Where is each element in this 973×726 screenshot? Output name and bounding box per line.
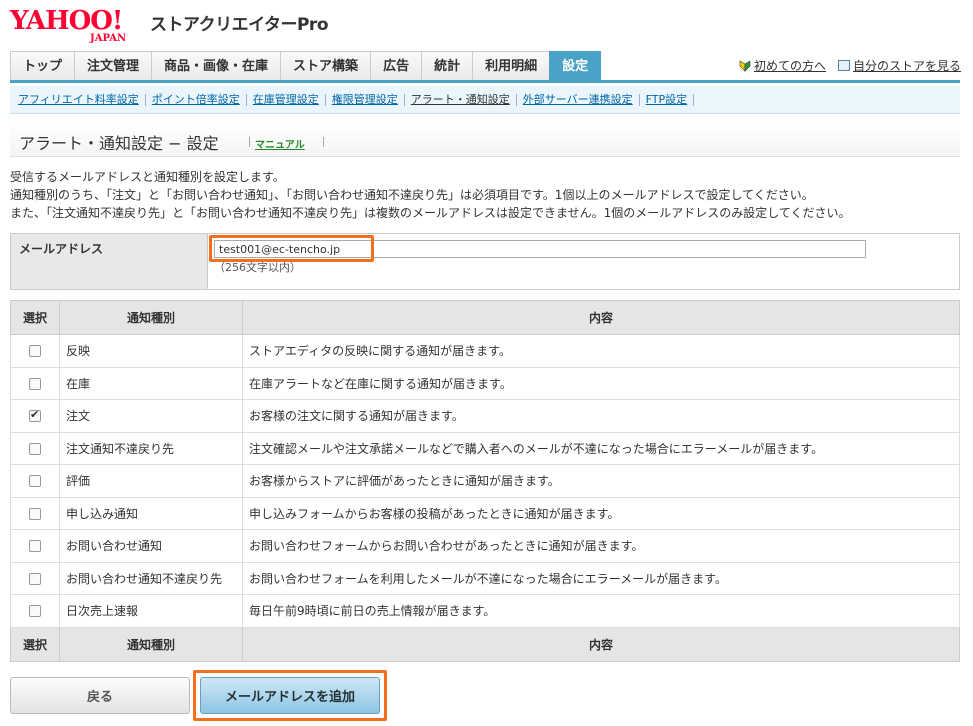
nav-links: 初めての方へ 自分のストアを見る bbox=[739, 57, 961, 74]
description-line: 受信するメールアドレスと通知種別を設定します。 bbox=[10, 170, 285, 184]
row-content: ストアエディタの反映に関する通知が届きます。 bbox=[242, 334, 960, 368]
subnav-stock[interactable]: 在庫管理設定 bbox=[247, 93, 326, 106]
header: YAHOO! JAPAN ストアクリエイターPro bbox=[0, 0, 973, 48]
view-store-link[interactable]: 自分のストアを見る bbox=[837, 57, 961, 74]
logo-subtext: JAPAN bbox=[90, 33, 127, 44]
row-checkbox[interactable] bbox=[29, 540, 41, 553]
table-row: お問い合わせ通知 お問い合わせフォームからお問い合わせがあったときに通知が届きます… bbox=[10, 529, 960, 563]
row-content: お問い合わせフォームを利用したメールが不達になった場合にエラーメールが届きます。 bbox=[242, 561, 960, 595]
row-select-cell bbox=[10, 561, 60, 595]
beginner-mark-icon bbox=[739, 59, 751, 72]
manual-link[interactable]: マニュアル bbox=[255, 136, 305, 151]
tab-products[interactable]: 商品・画像・在庫 bbox=[151, 51, 282, 80]
table-row: 評価 お客様からストアに評価があったときに通知が届きます。 bbox=[10, 464, 960, 498]
row-kind: 反映 bbox=[59, 334, 243, 368]
app-title: ストアクリエイターPro bbox=[150, 15, 329, 35]
row-kind: 注文通知不達戻り先 bbox=[59, 431, 243, 465]
row-select-cell bbox=[10, 594, 60, 628]
footer-content: 内容 bbox=[242, 626, 960, 662]
row-select-cell bbox=[10, 431, 60, 465]
table-row: 反映 ストアエディタの反映に関する通知が届きます。 bbox=[10, 334, 960, 368]
subnav-external-server[interactable]: 外部サーバー連携設定 bbox=[517, 93, 640, 106]
row-checkbox[interactable] bbox=[29, 605, 41, 618]
tab-settings[interactable]: 設定 bbox=[549, 51, 602, 80]
divider bbox=[249, 137, 250, 147]
add-email-button[interactable]: メールアドレスを追加 bbox=[200, 677, 380, 714]
yahoo-japan-logo[interactable]: YAHOO! JAPAN bbox=[10, 6, 150, 46]
row-content: お客様の注文に関する通知が届きます。 bbox=[242, 399, 960, 433]
description-line: また、「注文通知不達戻り先」と「お問い合わせ通知不達戻り先」は複数のメールアドレ… bbox=[10, 206, 851, 220]
description: 受信するメールアドレスと通知種別を設定します。 通知種別のうち、「注文」と「お問… bbox=[10, 168, 851, 222]
email-row: メールアドレス （256文字以内） bbox=[10, 233, 960, 290]
description-line: 通知種別のうち、「注文」と「お問い合わせ通知」、「お問い合わせ通知不達戻り先」は… bbox=[10, 188, 814, 202]
table-footer-row: 選択 通知種別 内容 bbox=[10, 626, 960, 662]
logo-text: YAHOO! bbox=[10, 6, 123, 36]
row-select-cell bbox=[10, 464, 60, 498]
row-checkbox[interactable] bbox=[29, 377, 41, 390]
tab-top[interactable]: トップ bbox=[10, 51, 76, 80]
row-kind: 申し込み通知 bbox=[59, 496, 243, 530]
subnav-affiliate[interactable]: アフィリエイト料率設定 bbox=[18, 93, 146, 106]
row-select-cell bbox=[10, 496, 60, 530]
page-title: アラート・通知設定 − 設定 bbox=[19, 134, 219, 153]
row-select-cell bbox=[10, 399, 60, 433]
tab-ads[interactable]: 広告 bbox=[370, 51, 423, 80]
header-select: 選択 bbox=[10, 300, 60, 335]
row-select-cell bbox=[10, 334, 60, 368]
email-label: メールアドレス bbox=[11, 234, 208, 289]
row-select-cell bbox=[10, 366, 60, 400]
email-input[interactable] bbox=[214, 240, 866, 258]
row-content: 注文確認メールや注文承諾メールなどで購入者へのメールが不達になった場合にエラーメ… bbox=[242, 431, 960, 465]
header-content: 内容 bbox=[242, 300, 960, 335]
row-select-cell bbox=[10, 529, 60, 563]
row-checkbox[interactable] bbox=[29, 442, 41, 455]
table-row: お問い合わせ通知不達戻り先 お問い合わせフォームを利用したメールが不達になった場合… bbox=[10, 561, 960, 595]
footer-select: 選択 bbox=[10, 626, 60, 662]
table-row: 申し込み通知 申し込みフォームからお客様の投稿があったときに通知が届きます。 bbox=[10, 496, 960, 530]
row-kind: 在庫 bbox=[59, 366, 243, 400]
row-checkbox[interactable] bbox=[29, 507, 41, 520]
email-hint: （256文字以内） bbox=[214, 261, 301, 274]
back-button[interactable]: 戻る bbox=[10, 677, 190, 714]
table-header-row: 選択 通知種別 内容 bbox=[10, 300, 960, 335]
email-field-container: （256文字以内） bbox=[208, 234, 959, 289]
row-kind: お問い合わせ通知 bbox=[59, 529, 243, 563]
tab-orders[interactable]: 注文管理 bbox=[74, 51, 153, 80]
row-checkbox[interactable] bbox=[29, 408, 41, 423]
sub-nav: アフィリエイト料率設定 ポイント倍率設定 在庫管理設定 権限管理設定 アラート・… bbox=[10, 86, 960, 114]
divider bbox=[323, 137, 324, 147]
table-row: 日次売上速報 毎日午前9時頃に前日の売上情報が届きます。 bbox=[10, 594, 960, 628]
tab-store-build[interactable]: ストア構築 bbox=[280, 51, 372, 80]
row-kind: 注文 bbox=[59, 399, 243, 433]
row-checkbox[interactable] bbox=[29, 345, 41, 358]
row-checkbox[interactable] bbox=[29, 572, 41, 585]
view-store-link-label: 自分のストアを見る bbox=[852, 59, 961, 73]
table-row: 注文通知不達戻り先 注文確認メールや注文承諾メールなどで購入者へのメールが不達にな… bbox=[10, 431, 960, 465]
row-kind: 日次売上速報 bbox=[59, 594, 243, 628]
subnav-point[interactable]: ポイント倍率設定 bbox=[146, 93, 247, 106]
table-row: 在庫 在庫アラートなど在庫に関する通知が届きます。 bbox=[10, 366, 960, 400]
footer-kind: 通知種別 bbox=[59, 626, 243, 662]
tab-billing[interactable]: 利用明細 bbox=[472, 51, 551, 80]
beginner-link-label: 初めての方へ bbox=[753, 59, 826, 73]
page-heading: アラート・通知設定 − 設定 マニュアル bbox=[10, 124, 960, 157]
store-icon bbox=[837, 60, 850, 71]
beginner-link[interactable]: 初めての方へ bbox=[739, 57, 826, 74]
subnav-ftp[interactable]: FTP設定 bbox=[640, 93, 695, 106]
row-content: 在庫アラートなど在庫に関する通知が届きます。 bbox=[242, 366, 960, 400]
table-row: 注文お客様の注文に関する通知が届きます。 bbox=[10, 399, 960, 433]
subnav-alert[interactable]: アラート・通知設定 bbox=[405, 93, 517, 106]
row-content: お問い合わせフォームからお問い合わせがあったときに通知が届きます。 bbox=[242, 529, 960, 563]
row-kind: 評価 bbox=[59, 464, 243, 498]
tab-stats[interactable]: 統計 bbox=[421, 51, 474, 80]
row-kind: お問い合わせ通知不達戻り先 bbox=[59, 561, 243, 595]
header-kind: 通知種別 bbox=[59, 300, 243, 335]
subnav-permission[interactable]: 権限管理設定 bbox=[326, 93, 405, 106]
row-content: お客様からストアに評価があったときに通知が届きます。 bbox=[242, 464, 960, 498]
row-content: 毎日午前9時頃に前日の売上情報が届きます。 bbox=[242, 594, 960, 628]
row-checkbox[interactable] bbox=[29, 475, 41, 488]
notification-table: 選択 通知種別 内容 反映 ストアエディタの反映に関する通知が届きます。 在庫 在庫ア… bbox=[10, 300, 960, 662]
row-content: 申し込みフォームからお客様の投稿があったときに通知が届きます。 bbox=[242, 496, 960, 530]
